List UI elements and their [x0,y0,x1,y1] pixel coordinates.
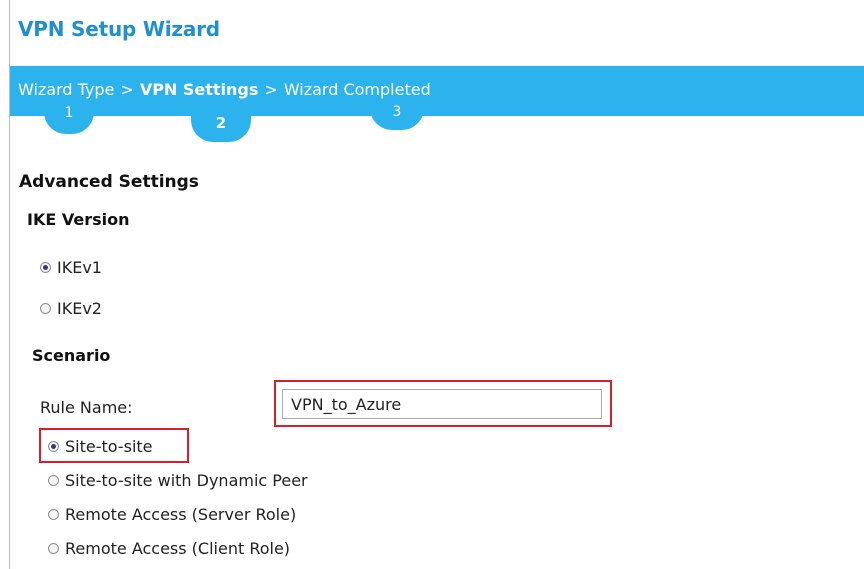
radio-selected-icon[interactable] [40,262,51,273]
advanced-settings-heading: Advanced Settings [19,172,199,192]
wizard-step-bar: Wizard Type > VPN Settings > Wizard Complete… [10,66,864,116]
step-breadcrumb: Wizard Type > VPN Settings > Wizard Complete… [18,80,431,99]
radio-selected-icon[interactable] [48,441,59,452]
scenario-option-remote-client[interactable]: Remote Access (Client Role) [48,539,290,558]
radio-unselected-icon[interactable] [48,509,59,520]
scenario-option-label: Site-to-site with Dynamic Peer [65,471,308,490]
radio-unselected-icon[interactable] [40,303,51,314]
step-separator-1: > [120,80,134,99]
rule-name-input[interactable] [282,389,602,419]
ike-option-ikev2[interactable]: IKEv2 [40,299,102,318]
scenario-option-remote-server[interactable]: Remote Access (Server Role) [48,505,296,524]
step-separator-2: > [264,80,278,99]
scenario-option-label: Remote Access (Server Role) [65,505,297,524]
scenario-option-site-to-site[interactable]: Site-to-site [48,437,153,456]
rule-name-label: Rule Name: [40,398,133,417]
step-number-2: 2 [191,106,251,142]
ike-version-heading: IKE Version [27,210,130,229]
radio-unselected-icon[interactable] [48,475,59,486]
scenario-option-dynamic-peer[interactable]: Site-to-site with Dynamic Peer [48,471,308,490]
scenario-option-label: Site-to-site [65,437,153,456]
scenario-heading: Scenario [32,346,111,365]
ike-option-label: IKEv2 [57,299,102,318]
step-wizard-type: Wizard Type [18,80,115,99]
page-title: VPN Setup Wizard [18,17,220,41]
scenario-option-label: Remote Access (Client Role) [65,539,291,558]
ike-option-ikev1[interactable]: IKEv1 [40,258,102,277]
step-wizard-completed: Wizard Completed [283,80,431,99]
ike-option-label: IKEv1 [57,258,102,277]
step-vpn-settings: VPN Settings [139,80,259,99]
radio-unselected-icon[interactable] [48,543,59,554]
